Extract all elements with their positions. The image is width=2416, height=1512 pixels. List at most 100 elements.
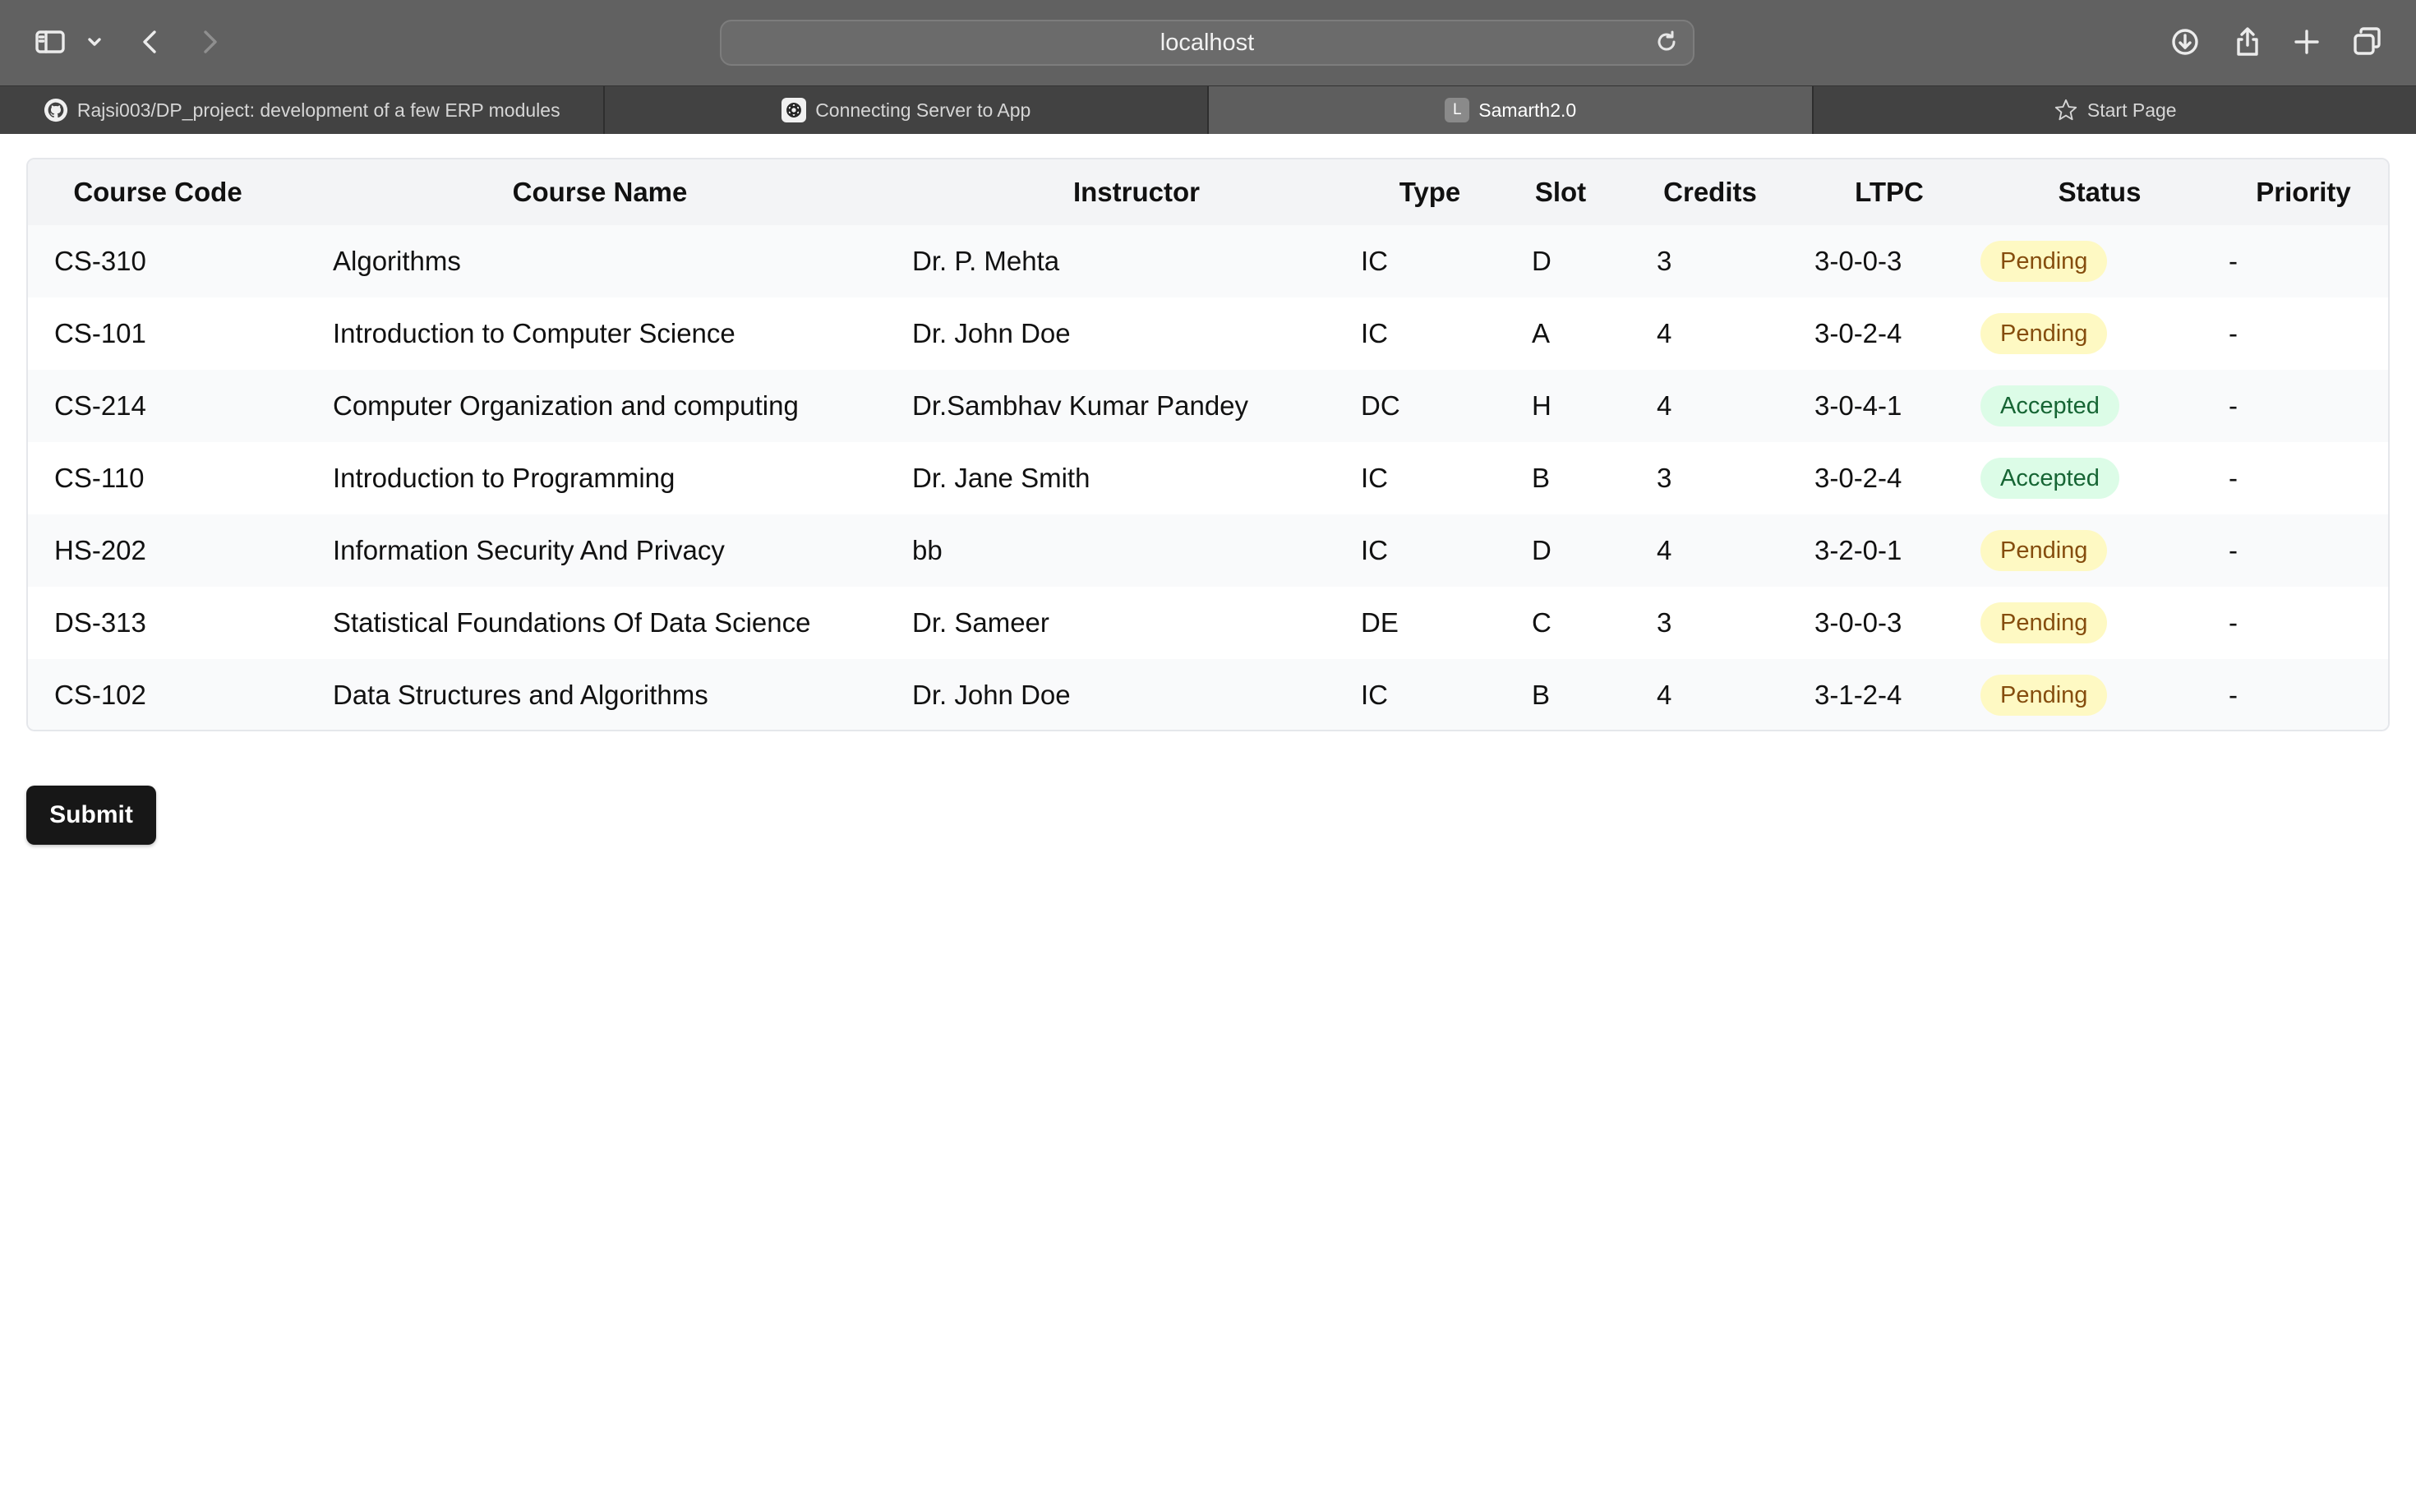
ltpc-cell: 3-0-2-4 <box>1814 463 1902 493</box>
status-badge: Accepted <box>1980 458 2119 499</box>
table-row: DS-313 Statistical Foundations Of Data Sc… <box>28 587 2388 659</box>
status-badge: Pending <box>1980 602 2108 643</box>
table-row: CS-110 Introduction to Programming Dr. Jan… <box>28 442 2388 514</box>
tab-github-project[interactable]: Rajsi003/DP_project: development of a fe… <box>0 86 605 134</box>
tab-bar: Rajsi003/DP_project: development of a fe… <box>0 85 2416 134</box>
header-slot: Slot <box>1534 177 1587 207</box>
download-icon[interactable] <box>2165 21 2206 62</box>
tab-samarth[interactable]: L Samarth2.0 <box>1209 86 1814 134</box>
share-icon[interactable] <box>2227 21 2268 62</box>
course-name-cell: Introduction to Programming <box>333 463 675 493</box>
slot-cell: A <box>1532 318 1551 348</box>
instructor-cell: bb <box>912 535 943 565</box>
status-badge: Pending <box>1980 675 2108 716</box>
credits-cell: 3 <box>1657 607 1672 638</box>
status-cell: Accepted <box>1980 442 2219 514</box>
priority-cell: - <box>2229 318 2238 348</box>
slot-cell: C <box>1532 607 1551 638</box>
status-badge: Pending <box>1980 530 2108 571</box>
table-row: CS-101 Introduction to Computer Science Dr… <box>28 297 2388 370</box>
sidebar-icon[interactable] <box>30 21 71 62</box>
forward-icon[interactable] <box>189 21 230 62</box>
credits-cell: 4 <box>1657 318 1672 348</box>
status-cell: Pending <box>1980 514 2219 587</box>
course-table: Course Code Course Name Instructor Type … <box>28 159 2388 730</box>
instructor-cell: Dr. John Doe <box>912 318 1071 348</box>
star-icon <box>2053 97 2079 123</box>
status-cell: Pending <box>1980 659 2219 730</box>
type-cell: IC <box>1361 680 1388 710</box>
status-cell: Pending <box>1980 225 2219 297</box>
tab-label: Samarth2.0 <box>1478 99 1577 121</box>
priority-cell: - <box>2229 680 2238 710</box>
header-status: Status <box>2058 177 2142 207</box>
ltpc-cell: 3-0-4-1 <box>1814 390 1902 421</box>
openai-icon <box>781 97 807 123</box>
tab-start-page[interactable]: Start Page <box>1814 86 2416 134</box>
header-ltpc: LTPC <box>1855 177 1924 207</box>
browser-toolbar: localhost <box>0 0 2416 85</box>
type-cell: IC <box>1361 318 1388 348</box>
type-cell: DE <box>1361 607 1399 638</box>
credits-cell: 4 <box>1657 390 1672 421</box>
back-icon[interactable] <box>130 21 171 62</box>
tab-label: Start Page <box>2086 99 2177 121</box>
type-cell: IC <box>1361 535 1388 565</box>
ltpc-cell: 3-0-0-3 <box>1814 607 1902 638</box>
table-row: CS-310 Algorithms Dr. P. Mehta IC D 3 3-0-0-3 P… <box>28 225 2388 297</box>
slot-cell: B <box>1532 463 1551 493</box>
header-priority: Priority <box>2256 177 2351 207</box>
course-name-cell: Computer Organization and computing <box>333 390 799 421</box>
priority-cell: - <box>2229 607 2238 638</box>
letter-icon: L <box>1444 97 1470 123</box>
ltpc-cell: 3-2-0-1 <box>1814 535 1902 565</box>
chevron-down-icon[interactable] <box>74 21 115 62</box>
course-code-cell: CS-101 <box>54 318 146 348</box>
status-cell: Accepted <box>1980 370 2219 442</box>
course-table-container: Course Code Course Name Instructor Type … <box>26 158 2390 731</box>
status-cell: Pending <box>1980 587 2219 659</box>
status-cell: Pending <box>1980 297 2219 370</box>
header-credits: Credits <box>1663 177 1757 207</box>
header-type: Type <box>1399 177 1461 207</box>
status-badge: Pending <box>1980 313 2108 354</box>
slot-cell: H <box>1532 390 1551 421</box>
header-instructor: Instructor <box>1072 177 1200 207</box>
credits-cell: 4 <box>1657 680 1672 710</box>
credits-cell: 4 <box>1657 535 1672 565</box>
credits-cell: 3 <box>1657 246 1672 276</box>
course-name-cell: Introduction to Computer Science <box>333 318 735 348</box>
header-course-code: Course Code <box>73 177 242 207</box>
submit-button[interactable]: Submit <box>26 786 156 845</box>
table-row: CS-214 Computer Organization and computin… <box>28 370 2388 442</box>
new-tab-icon[interactable] <box>2286 21 2327 62</box>
credits-cell: 3 <box>1657 463 1672 493</box>
course-code-cell: CS-102 <box>54 680 146 710</box>
instructor-cell: Dr.Sambhav Kumar Pandey <box>912 390 1249 421</box>
instructor-cell: Dr. P. Mehta <box>912 246 1060 276</box>
status-badge: Pending <box>1980 241 2108 282</box>
course-code-cell: CS-214 <box>54 390 146 421</box>
course-code-cell: CS-310 <box>54 246 146 276</box>
instructor-cell: Dr. John Doe <box>912 680 1071 710</box>
slot-cell: D <box>1532 535 1551 565</box>
address-bar[interactable]: localhost <box>720 20 1694 66</box>
tab-connecting-server[interactable]: Connecting Server to App <box>605 86 1209 134</box>
slot-cell: D <box>1532 246 1551 276</box>
course-name-cell: Data Structures and Algorithms <box>333 680 708 710</box>
course-code-cell: CS-110 <box>54 463 145 493</box>
course-name-cell: Information Security And Privacy <box>333 535 725 565</box>
tab-overview-icon[interactable] <box>2347 21 2388 62</box>
ltpc-cell: 3-0-2-4 <box>1814 318 1902 348</box>
type-cell: DC <box>1361 390 1400 421</box>
reload-icon[interactable] <box>1653 29 1681 57</box>
instructor-cell: Dr. Sameer <box>912 607 1049 638</box>
priority-cell: - <box>2229 390 2238 421</box>
tab-label: Rajsi003/DP_project: development of a fe… <box>76 99 560 121</box>
ltpc-cell: 3-0-0-3 <box>1814 246 1902 276</box>
type-cell: IC <box>1361 246 1388 276</box>
table-row: CS-102 Data Structures and Algorithms Dr. … <box>28 659 2388 730</box>
priority-cell: - <box>2229 246 2238 276</box>
github-icon <box>43 97 69 123</box>
table-row: HS-202 Information Security And Privacy bb… <box>28 514 2388 587</box>
